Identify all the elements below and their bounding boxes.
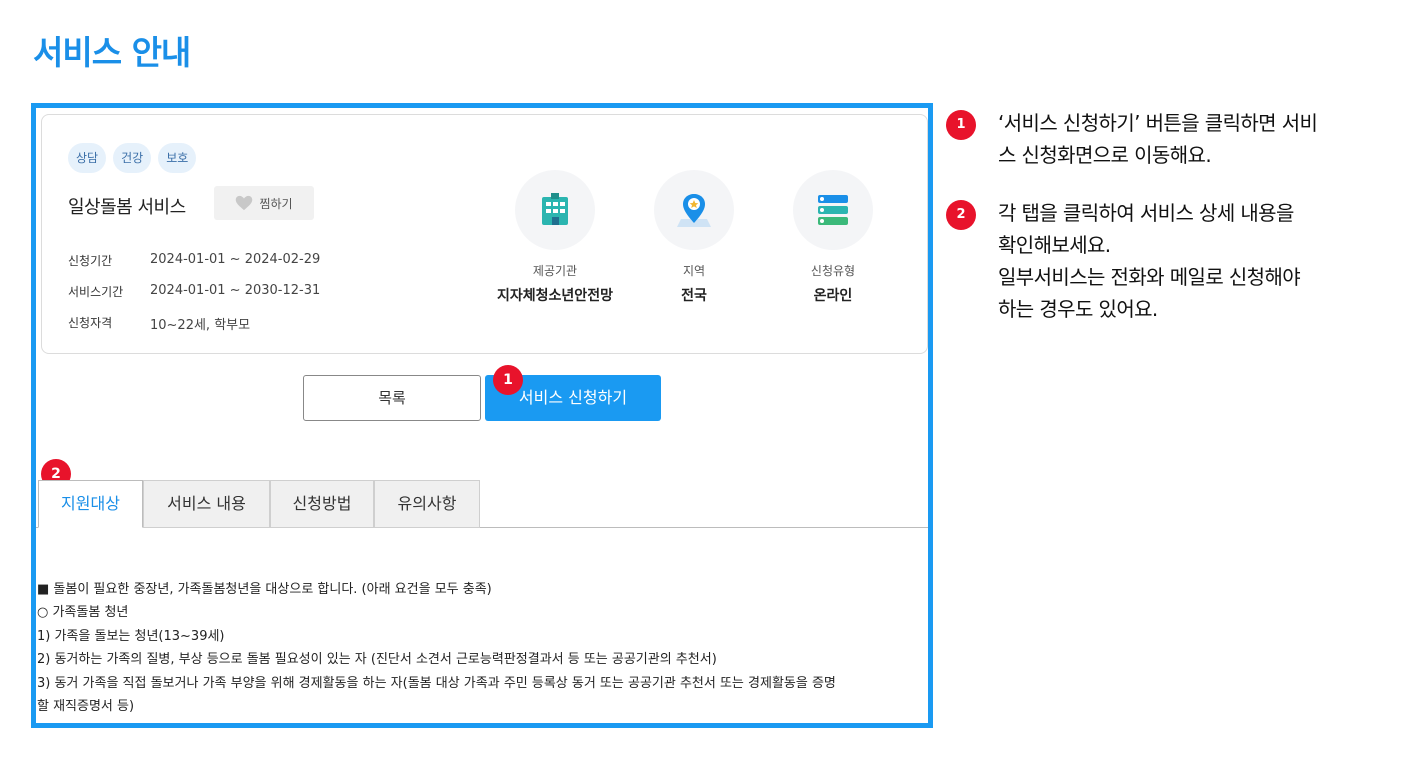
map-pin-icon xyxy=(677,194,711,227)
stat-icon-circle xyxy=(515,170,595,250)
eligibility-description: ■ 돌봄이 필요한 중장년, 가족돌봄청년을 대상으로 합니다. (아래 요건을… xyxy=(37,578,836,718)
tag-list: 상담 건강 보호 xyxy=(68,143,197,173)
callout-badge-1: 1 xyxy=(493,365,523,395)
description-line: 2) 동거하는 가족의 질병, 부상 등으로 돌봄 필요성이 있는 자 (진단서… xyxy=(37,652,717,668)
guide-notes: 1 ‘서비스 신청하기’ 버튼을 클릭하면 서비 스 신청화면으로 이동해요. … xyxy=(946,107,1406,325)
info-value: 2024-01-01 ~ 2030-12-31 xyxy=(150,283,321,298)
tab-service-content[interactable]: 서비스 내용 xyxy=(143,480,270,528)
info-value: 2024-01-01 ~ 2024-02-29 xyxy=(150,252,321,267)
guide-note-1: 1 ‘서비스 신청하기’ 버튼을 클릭하면 서비 스 신청화면으로 이동해요. xyxy=(946,107,1406,171)
note-number-badge: 2 xyxy=(946,200,976,230)
building-icon xyxy=(542,193,568,225)
note-line: 확인해보세요. xyxy=(998,233,1111,257)
description-line: 할 재직증명서 등) xyxy=(37,699,135,715)
stat-provider: 제공기관 지자체청소년안전망 xyxy=(485,170,625,305)
guide-note-2: 2 각 탭을 클릭하여 서비스 상세 내용을 확인해보세요. 일부서비스는 전화… xyxy=(946,197,1406,325)
description-line: 3) 동거 가족을 직접 돌보거나 가족 부양을 위해 경제활동을 하는 자(돌… xyxy=(37,675,836,691)
info-row-service-period: 서비스기간 2024-01-01 ~ 2030-12-31 xyxy=(68,283,320,300)
tab-eligibility[interactable]: 지원대상 xyxy=(38,480,143,528)
stat-icon-circle xyxy=(654,170,734,250)
info-label: 신청자격 xyxy=(68,316,113,330)
stat-label: 신청유형 xyxy=(810,264,856,278)
tab-precautions[interactable]: 유의사항 xyxy=(374,480,480,528)
note-number-badge: 1 xyxy=(946,110,976,140)
stat-apply-type: 신청유형 온라인 xyxy=(763,170,903,305)
description-line: 1) 가족을 돌보는 청년(13~39세) xyxy=(37,628,225,644)
tab-apply-method[interactable]: 신청방법 xyxy=(270,480,374,528)
tag-counseling[interactable]: 상담 xyxy=(68,143,107,173)
stat-icon-circle xyxy=(793,170,873,250)
info-value: 10~22세, 학부모 xyxy=(150,318,251,333)
note-line: 일부서비스는 전화와 메일로 신청해야 xyxy=(998,265,1301,289)
info-row-apply-period: 신청기간 2024-01-01 ~ 2024-02-29 xyxy=(68,252,320,269)
stat-value: 온라인 xyxy=(813,288,853,304)
description-line: ■ 돌봄이 필요한 중장년, 가족돌봄청년을 대상으로 합니다. (아래 요건을… xyxy=(37,582,492,597)
tag-protection[interactable]: 보호 xyxy=(158,143,197,173)
tag-health[interactable]: 건강 xyxy=(113,143,152,173)
info-row-eligibility: 신청자격 10~22세, 학부모 xyxy=(68,314,250,333)
page-title: 서비스 안내 xyxy=(33,33,191,72)
form-list-icon xyxy=(818,195,848,225)
screenshot-frame: 상담 건강 보호 일상돌봄 서비스 찜하기 신청기간 2024-01-01 ~ … xyxy=(31,103,933,728)
service-summary-card: 상담 건강 보호 일상돌봄 서비스 찜하기 신청기간 2024-01-01 ~ … xyxy=(41,114,928,354)
note-line: 스 신청화면으로 이동해요. xyxy=(998,143,1212,167)
list-button[interactable]: 목록 xyxy=(303,375,481,421)
info-label: 서비스기간 xyxy=(68,285,124,299)
service-name: 일상돌봄 서비스 xyxy=(68,197,186,218)
favorite-button[interactable]: 찜하기 xyxy=(214,186,314,220)
stat-label: 지역 xyxy=(682,264,706,278)
favorite-label: 찜하기 xyxy=(259,196,293,211)
description-line: ○ 가족돌봄 청년 xyxy=(37,605,129,621)
stat-value: 전국 xyxy=(681,288,707,304)
note-line: 하는 경우도 있어요. xyxy=(998,297,1158,321)
stat-value: 지자체청소년안전망 xyxy=(497,288,613,304)
stat-label: 제공기관 xyxy=(532,264,578,278)
note-line: ‘서비스 신청하기’ 버튼을 클릭하면 서비 xyxy=(998,111,1318,135)
heart-icon xyxy=(236,195,253,211)
note-line: 각 탭을 클릭하여 서비스 상세 내용을 xyxy=(998,201,1294,225)
info-label: 신청기간 xyxy=(68,254,113,268)
stat-region: 지역 전국 xyxy=(624,170,764,305)
